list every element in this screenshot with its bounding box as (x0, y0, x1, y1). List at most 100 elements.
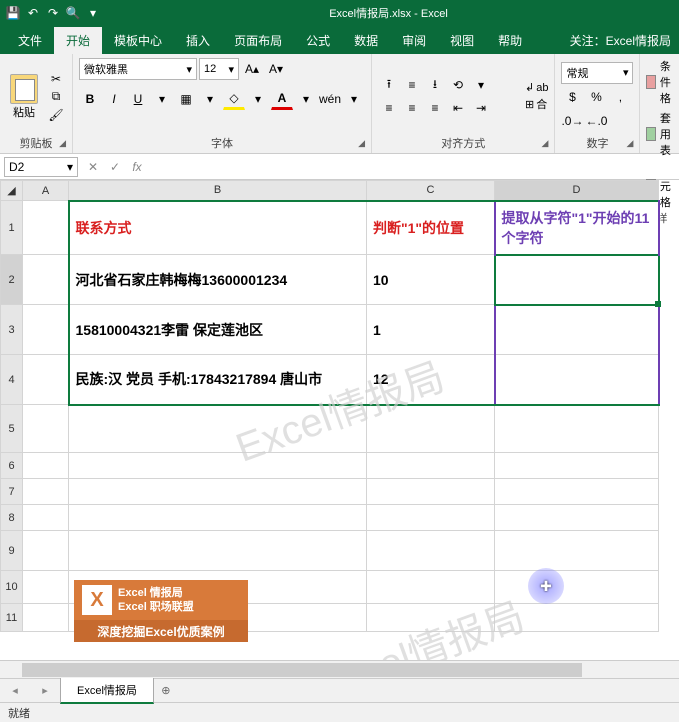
border-more-icon[interactable]: ▾ (199, 88, 221, 110)
cell-d6[interactable] (495, 453, 659, 479)
tab-data[interactable]: 数据 (342, 27, 390, 54)
cell-a1[interactable] (23, 201, 69, 255)
tab-nav-next-icon[interactable]: ▸ (42, 684, 48, 697)
cell-b4[interactable]: 民族:汉 党员 手机:17843217894 唐山市 (69, 355, 367, 405)
qat-customize-icon[interactable]: ▾ (84, 4, 102, 22)
tab-home[interactable]: 开始 (54, 27, 102, 54)
row-header-6[interactable]: 6 (1, 453, 23, 479)
print-preview-icon[interactable]: 🔍 (64, 4, 82, 22)
col-header-a[interactable]: A (23, 181, 69, 201)
cell-a9[interactable] (23, 531, 69, 571)
cell-d3[interactable] (495, 305, 659, 355)
decrease-indent-icon[interactable]: ⇤ (447, 97, 469, 119)
col-header-b[interactable]: B (69, 181, 367, 201)
add-sheet-icon[interactable]: ⊕ (154, 684, 178, 697)
cut-icon[interactable]: ✂ (46, 71, 66, 87)
bold-button[interactable]: B (79, 88, 101, 110)
increase-indent-icon[interactable]: ⇥ (470, 97, 492, 119)
sheet-tab-active[interactable]: Excel情报局 (60, 677, 154, 704)
format-table-button[interactable]: 套用表 (646, 110, 677, 158)
cell-c2[interactable]: 10 (367, 255, 495, 305)
row-header-4[interactable]: 4 (1, 355, 23, 405)
col-header-c[interactable]: C (367, 181, 495, 201)
cell-b9[interactable] (69, 531, 367, 571)
row-header-1[interactable]: 1 (1, 201, 23, 255)
cell-d4[interactable] (495, 355, 659, 405)
number-format-combo[interactable]: 常规▾ (561, 62, 633, 84)
align-center-icon[interactable]: ≡ (401, 97, 423, 119)
format-painter-icon[interactable]: 🖌 (46, 107, 66, 123)
cell-a5[interactable] (23, 405, 69, 453)
undo-icon[interactable]: ↶ (24, 4, 42, 22)
comma-format-icon[interactable]: , (609, 86, 631, 108)
copy-icon[interactable]: ⧉ (46, 89, 66, 105)
tab-nav-prev-icon[interactable]: ◂ (12, 684, 18, 697)
phonetic-more-icon[interactable]: ▾ (343, 88, 365, 110)
row-header-7[interactable]: 7 (1, 479, 23, 505)
cell-a8[interactable] (23, 505, 69, 531)
fill-color-button[interactable]: ◇ (223, 88, 245, 110)
horizontal-scrollbar[interactable] (22, 663, 582, 677)
fill-color-more-icon[interactable]: ▾ (247, 88, 269, 110)
select-all-corner[interactable]: ◢ (1, 181, 23, 201)
underline-button[interactable]: U (127, 88, 149, 110)
font-size-combo[interactable]: 12▾ (199, 58, 239, 80)
cell-c10[interactable] (367, 571, 495, 604)
align-right-icon[interactable]: ≡ (424, 97, 446, 119)
cell-a6[interactable] (23, 453, 69, 479)
font-dialog-icon[interactable]: ◢ (358, 138, 365, 149)
tab-insert[interactable]: 插入 (174, 27, 222, 54)
cell-d2[interactable] (495, 255, 659, 305)
align-left-icon[interactable]: ≡ (378, 97, 400, 119)
cell-c4[interactable]: 12 (367, 355, 495, 405)
font-name-combo[interactable]: 微软雅黑▾ (79, 58, 197, 80)
underline-more-icon[interactable]: ▾ (151, 88, 173, 110)
border-button[interactable]: ▦ (175, 88, 197, 110)
grid[interactable]: ◢ A B C D 1 联系方式 判断"1"的位置 提取从字符"1"开始的11个… (0, 180, 660, 632)
row-header-2[interactable]: 2 (1, 255, 23, 305)
fx-icon[interactable]: fx (126, 157, 148, 177)
tab-layout[interactable]: 页面布局 (222, 27, 294, 54)
clipboard-dialog-icon[interactable]: ◢ (59, 138, 66, 149)
font-color-more-icon[interactable]: ▾ (295, 88, 317, 110)
row-header-5[interactable]: 5 (1, 405, 23, 453)
conditional-format-button[interactable]: 条件格 (646, 58, 677, 106)
cell-c8[interactable] (367, 505, 495, 531)
cell-a7[interactable] (23, 479, 69, 505)
number-dialog-icon[interactable]: ◢ (627, 138, 634, 149)
cell-b8[interactable] (69, 505, 367, 531)
cancel-formula-icon[interactable]: ✕ (82, 157, 104, 177)
italic-button[interactable]: I (103, 88, 125, 110)
cell-d7[interactable] (495, 479, 659, 505)
align-bottom-icon[interactable]: ⭳ (424, 74, 446, 96)
increase-decimal-icon[interactable]: .0→ (561, 110, 583, 132)
cell-c1[interactable]: 判断"1"的位置 (367, 201, 495, 255)
cell-d1[interactable]: 提取从字符"1"开始的11个字符 (495, 201, 659, 255)
cell-b5[interactable] (69, 405, 367, 453)
wrap-text-button[interactable]: ↲ab (525, 81, 548, 94)
cell-a4[interactable] (23, 355, 69, 405)
row-header-8[interactable]: 8 (1, 505, 23, 531)
cell-b3[interactable]: 15810004321李雷 保定莲池区 (69, 305, 367, 355)
cell-a10[interactable] (23, 571, 69, 604)
align-dialog-icon[interactable]: ◢ (542, 138, 549, 149)
row-header-9[interactable]: 9 (1, 531, 23, 571)
orientation-more-icon[interactable]: ▾ (470, 74, 492, 96)
cell-c6[interactable] (367, 453, 495, 479)
redo-icon[interactable]: ↷ (44, 4, 62, 22)
tab-template[interactable]: 模板中心 (102, 27, 174, 54)
phonetic-button[interactable]: wén (319, 88, 341, 110)
increase-font-icon[interactable]: A▴ (241, 58, 263, 80)
tab-view[interactable]: 视图 (438, 27, 486, 54)
cell-a2[interactable] (23, 255, 69, 305)
cell-d8[interactable] (495, 505, 659, 531)
cell-c7[interactable] (367, 479, 495, 505)
about-link[interactable]: 关注：Excel情报局 (562, 27, 679, 54)
tab-help[interactable]: 帮助 (486, 27, 534, 54)
cell-c9[interactable] (367, 531, 495, 571)
enter-formula-icon[interactable]: ✓ (104, 157, 126, 177)
cell-d9[interactable] (495, 531, 659, 571)
cell-c5[interactable] (367, 405, 495, 453)
merge-button[interactable]: ⊞合 (525, 96, 548, 112)
tab-file[interactable]: 文件 (6, 27, 54, 54)
